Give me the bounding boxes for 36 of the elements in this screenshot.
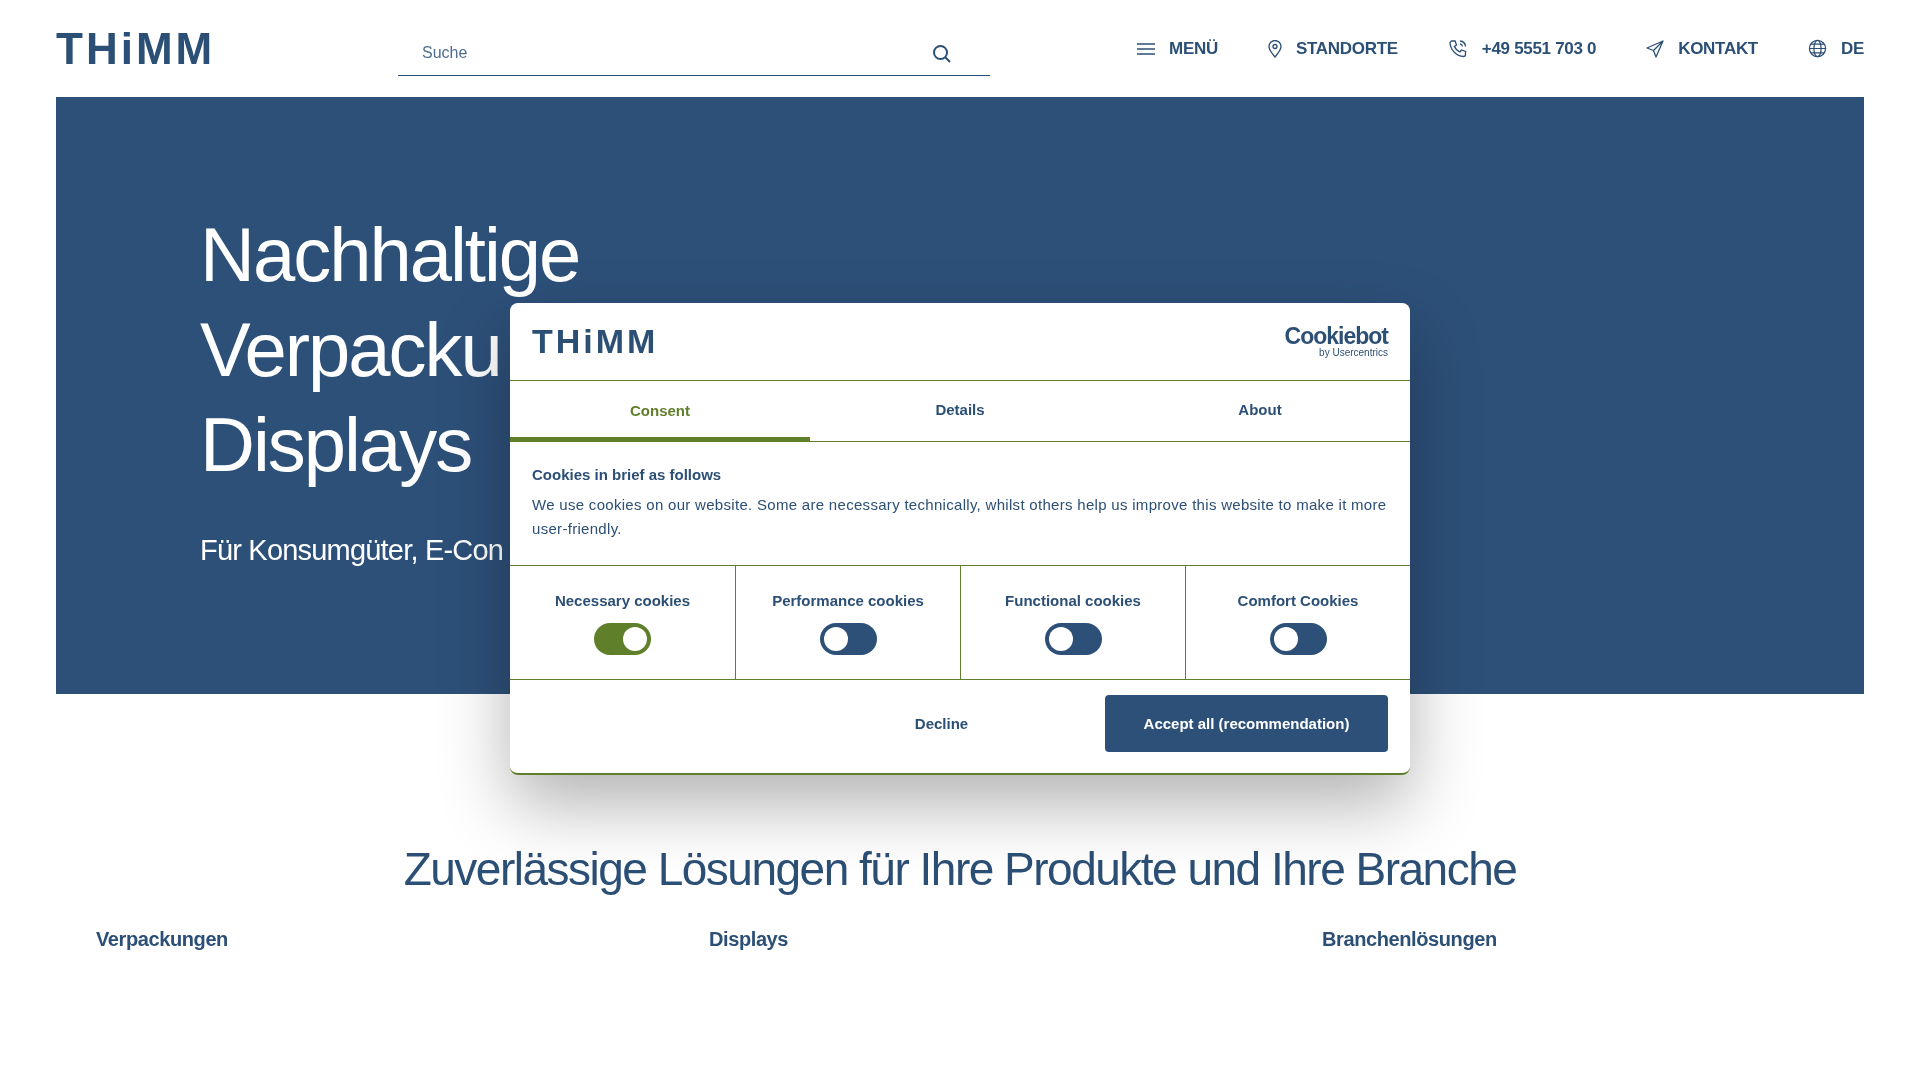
- hero-title-line: Nachhaltige: [200, 211, 580, 299]
- hero-title-line: Verpacku: [200, 306, 501, 394]
- accept-button[interactable]: Accept all (recommendation): [1105, 695, 1388, 752]
- nav-link[interactable]: MENÜ: [1137, 38, 1218, 59]
- category-link[interactable]: Displays: [709, 928, 789, 951]
- nav-link[interactable]: STANDORTE: [1267, 38, 1398, 59]
- toggle-switch[interactable]: [594, 623, 651, 655]
- toggle-label: Performance cookies: [772, 592, 924, 609]
- toggle-switch[interactable]: [1269, 623, 1327, 655]
- menu-icon: [1137, 42, 1156, 55]
- search-field[interactable]: Suche: [398, 31, 990, 76]
- provider-logo: Cookiebot: [1284, 325, 1388, 347]
- toggle-label: Necessary cookies: [554, 592, 691, 609]
- category-link[interactable]: Verpackungen: [96, 928, 228, 951]
- nav-link[interactable]: DE: [1807, 38, 1864, 59]
- globe-icon: [1807, 39, 1827, 58]
- toggle-label: Comfort Cookies: [1237, 592, 1359, 609]
- hero-subtitle: Für Konsumgüter, E-Con: [200, 534, 505, 567]
- location-pin-icon: [1267, 39, 1282, 58]
- dialog-heading: Cookies in brief as follows: [532, 466, 723, 483]
- nav-link[interactable]: KONTAKT: [1646, 38, 1758, 59]
- toggle-switch[interactable]: [1044, 623, 1102, 655]
- provider-subtitle: by Usercentrics: [1319, 347, 1388, 358]
- search-icon[interactable]: [932, 43, 952, 64]
- toggle-switch[interactable]: [819, 623, 877, 655]
- toggle-label: Functional cookies: [1005, 592, 1141, 609]
- dialog-logo: THiMM: [532, 322, 659, 361]
- dialog-text: We use cookies on our website. Some are necessary technically, whilst others help us improve this website to make it more user-friendly.: [532, 495, 1388, 539]
- paper-plane-icon: [1646, 39, 1665, 58]
- section-title: Zuverlässige Lösungen für Ihre Produkte und Ihre Branche: [402, 842, 1518, 896]
- phone-icon: [1447, 38, 1468, 59]
- dialog-tab[interactable]: Consent: [510, 381, 810, 441]
- category-link[interactable]: Branchenlösungen: [1322, 928, 1497, 951]
- logo[interactable]: THiMM: [56, 23, 398, 74]
- hero-title-line: Displays: [200, 401, 472, 489]
- nav-link[interactable]: +49 5551 703 0: [1447, 38, 1597, 59]
